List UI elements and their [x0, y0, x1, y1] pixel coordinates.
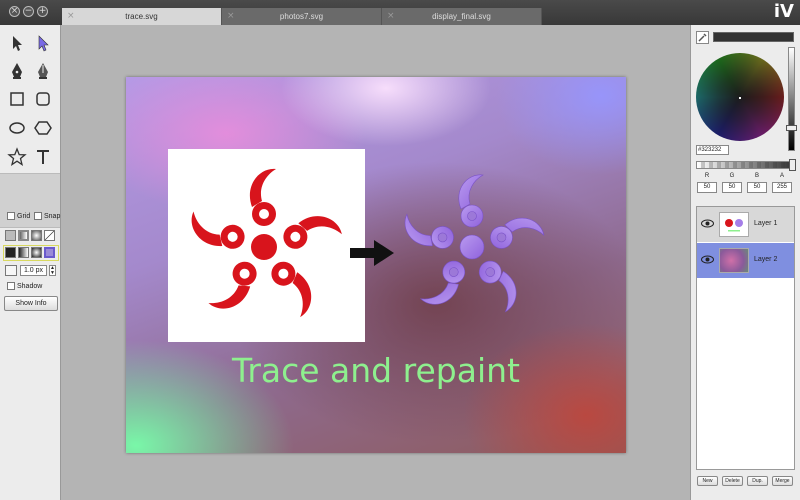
snap-label: Snap — [44, 212, 61, 220]
r-field[interactable]: 50 — [697, 182, 717, 193]
checkbox-box[interactable] — [7, 282, 15, 290]
canvas-area[interactable]: Trace and repaint — [62, 25, 690, 500]
inspector-panel: #323232 R G B A 50 50 50 255 Layer 1 Lay… — [690, 25, 800, 500]
arrow-icon — [350, 240, 394, 268]
tab-close-icon[interactable]: × — [67, 8, 75, 25]
eye-icon[interactable] — [701, 253, 714, 266]
layer-list[interactable]: Layer 1 Layer 2 — [696, 206, 795, 470]
b-label: B — [754, 173, 759, 179]
app-logo: iV — [773, 1, 794, 22]
stroke-width-icon — [5, 265, 17, 276]
pen-tool-icon[interactable] — [7, 61, 27, 81]
tab-label: display_final.svg — [432, 12, 491, 21]
stroke-solid-swatch[interactable] — [5, 247, 16, 258]
tab-close-icon[interactable]: × — [227, 8, 235, 25]
grid-checkbox[interactable]: Grid — [7, 212, 30, 220]
duplicate-layer-button[interactable]: Dup. — [747, 476, 768, 486]
tool-panel: Grid Snap 1.0 px ▲ ▼ Shadow Show Info — [0, 25, 61, 500]
caption-text[interactable]: Trace and repaint — [126, 351, 626, 390]
tab-photos7[interactable]: × photos7.svg — [222, 8, 382, 25]
pen-alt-tool-icon[interactable] — [33, 61, 53, 81]
layer-row-selected[interactable]: Layer 2 — [697, 243, 794, 278]
stroke-width-stepper[interactable]: ▲ ▼ — [49, 265, 56, 276]
current-color-swatch[interactable] — [713, 32, 794, 42]
delete-layer-button[interactable]: Delete — [722, 476, 743, 486]
minimize-icon[interactable]: − — [23, 6, 34, 17]
artboard[interactable]: Trace and repaint — [126, 77, 626, 453]
stroke-radial-swatch[interactable] — [31, 247, 42, 258]
brightness-slider[interactable] — [788, 47, 795, 151]
grid-label: Grid — [17, 212, 31, 220]
layer-thumbnail — [719, 248, 749, 273]
checkbox-box[interactable] — [7, 212, 15, 220]
stroke-active-swatch[interactable] — [44, 247, 55, 258]
tab-label: trace.svg — [125, 12, 158, 21]
layer-thumbnail — [719, 212, 749, 237]
layer-row[interactable]: Layer 1 — [697, 207, 794, 242]
fill-radial-swatch[interactable] — [31, 230, 42, 241]
b-field[interactable]: 50 — [747, 182, 767, 193]
original-image[interactable] — [168, 149, 365, 342]
close-icon[interactable]: × — [9, 6, 20, 17]
eyedropper-icon[interactable] — [696, 31, 709, 44]
pointer-tool-icon[interactable] — [7, 33, 27, 53]
layer-name: Layer 2 — [754, 256, 778, 263]
merge-layer-button[interactable]: Merge — [772, 476, 793, 486]
r-label: R — [704, 173, 710, 179]
tab-close-icon[interactable]: × — [387, 8, 395, 25]
eye-icon[interactable] — [701, 217, 714, 230]
fill-clear-swatch[interactable] — [44, 230, 55, 241]
new-layer-button[interactable]: New — [697, 476, 718, 486]
a-label: A — [779, 173, 784, 179]
alpha-slider[interactable] — [696, 161, 794, 169]
tab-label: photos7.svg — [279, 12, 324, 21]
shadow-label: Shadow — [17, 282, 43, 290]
stroke-width-field[interactable]: 1.0 px — [20, 265, 47, 276]
shadow-checkbox[interactable]: Shadow — [7, 282, 42, 290]
fill-linear-swatch[interactable] — [18, 230, 29, 241]
checkbox-box[interactable] — [34, 212, 42, 220]
hexagon-tool-icon[interactable] — [33, 118, 53, 138]
g-label: G — [729, 173, 735, 179]
fill-none-swatch[interactable] — [5, 230, 16, 241]
tab-trace[interactable]: × trace.svg — [62, 8, 222, 25]
zoom-icon[interactable]: + — [37, 6, 48, 17]
red-logo — [185, 168, 343, 319]
hex-color-field[interactable]: #323232 — [696, 145, 729, 155]
color-wheel-marker[interactable] — [739, 97, 741, 99]
direct-select-tool-icon[interactable] — [33, 33, 53, 53]
rounded-rectangle-tool-icon[interactable] — [33, 89, 53, 109]
layer-name: Layer 1 — [754, 220, 778, 227]
brightness-slider-handle[interactable] — [786, 125, 797, 131]
title-bar: × − + × trace.svg × photos7.svg × displa… — [0, 0, 800, 25]
a-field[interactable]: 255 — [772, 182, 792, 193]
traced-logo[interactable] — [394, 165, 554, 317]
show-info-button[interactable]: Show Info — [4, 296, 58, 311]
rectangle-tool-icon[interactable] — [7, 89, 27, 109]
ellipse-tool-icon[interactable] — [7, 118, 27, 138]
tab-display-final[interactable]: × display_final.svg — [382, 8, 542, 25]
stroke-linear-swatch[interactable] — [18, 247, 29, 258]
star-tool-icon[interactable] — [7, 147, 27, 167]
snap-checkbox[interactable]: Snap — [34, 212, 60, 220]
text-tool-icon[interactable] — [33, 147, 53, 167]
g-field[interactable]: 50 — [722, 182, 742, 193]
alpha-slider-handle[interactable] — [789, 159, 796, 171]
